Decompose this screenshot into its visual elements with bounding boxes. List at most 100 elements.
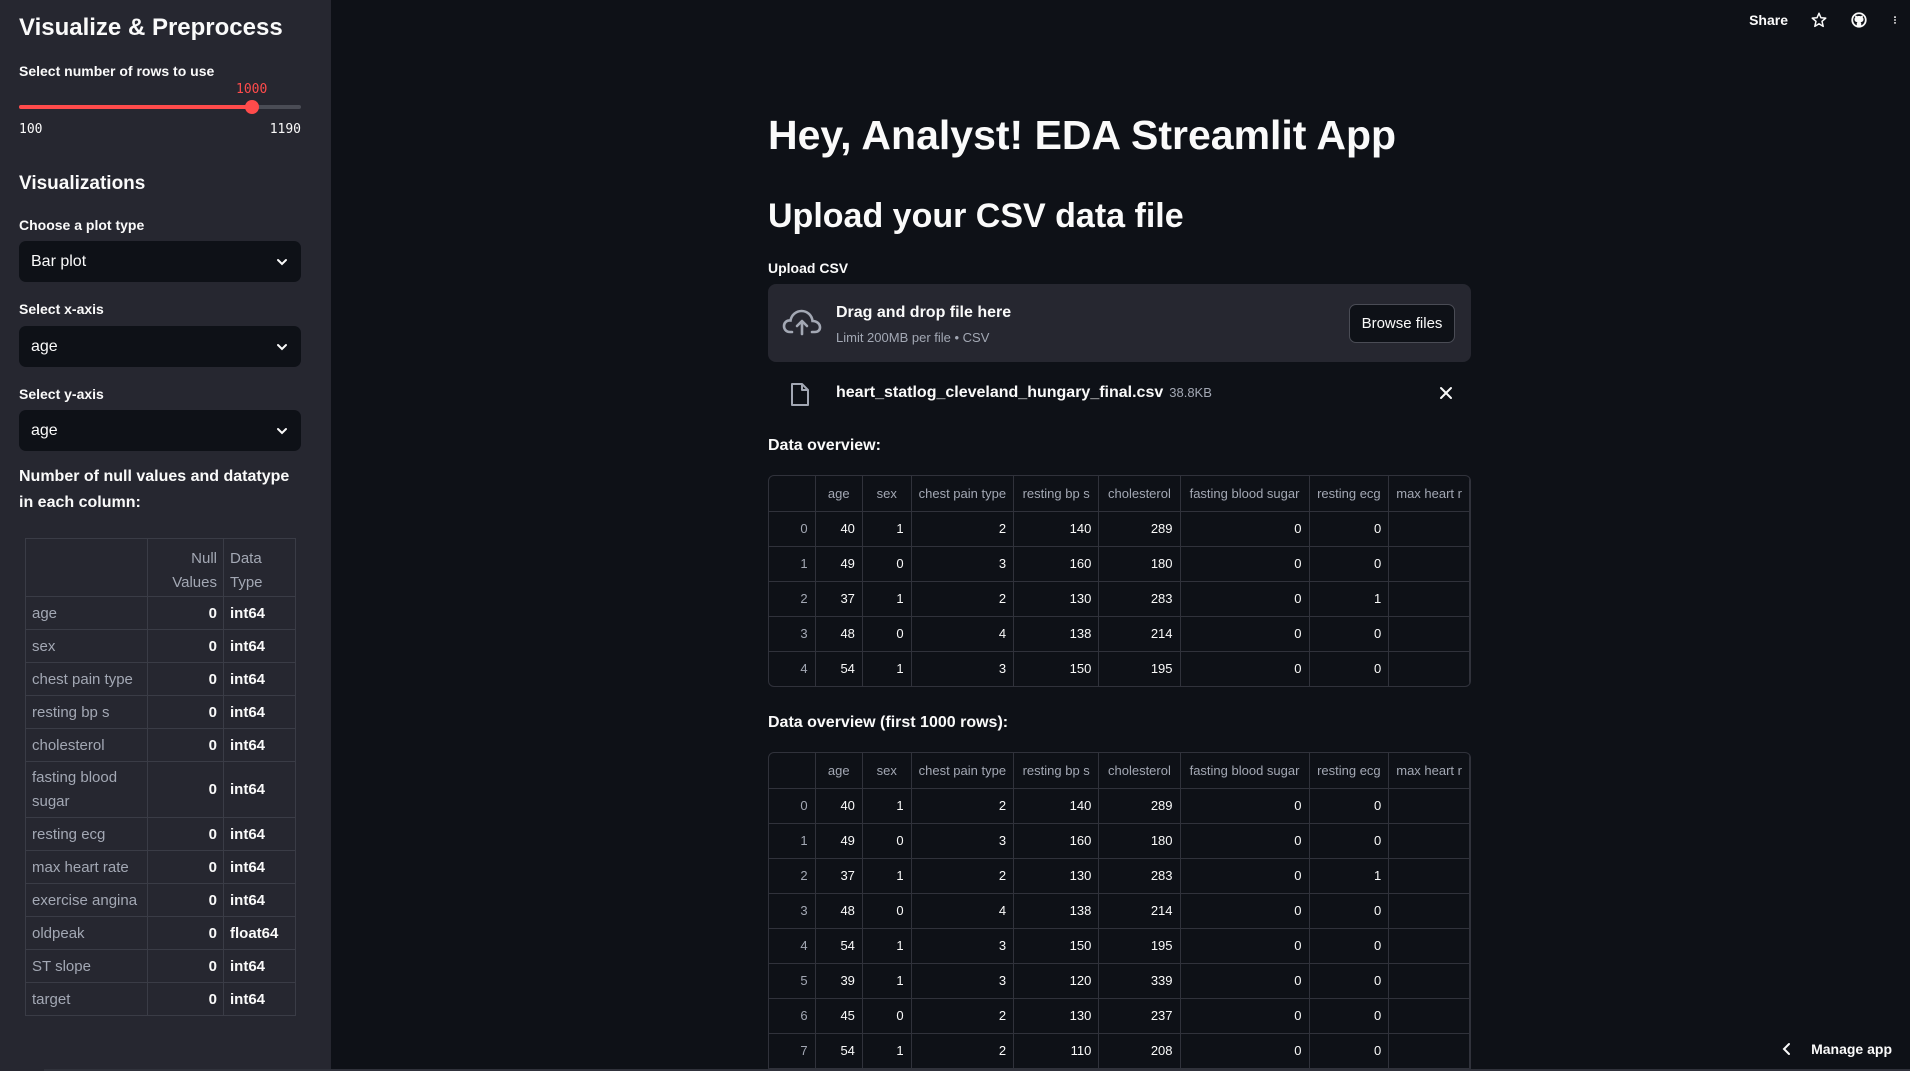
column-header[interactable]: age — [815, 753, 863, 789]
table-cell[interactable]: 0 — [862, 823, 912, 859]
column-header[interactable]: max heart r — [1388, 476, 1470, 512]
row-index[interactable]: 7 — [769, 1033, 816, 1069]
table-cell[interactable]: 54 — [815, 928, 863, 964]
table-cell[interactable]: 160 — [1013, 546, 1100, 582]
file-dropzone[interactable]: Drag and drop file here Limit 200MB per … — [768, 284, 1471, 362]
table-cell[interactable]: 54 — [815, 651, 863, 686]
close-icon[interactable] — [1439, 386, 1453, 400]
column-header[interactable]: chest pain type — [911, 753, 1015, 789]
table-cell[interactable]: 54 — [815, 1033, 863, 1069]
table-cell[interactable]: 283 — [1098, 858, 1181, 894]
column-header[interactable]: resting ecg — [1309, 476, 1390, 512]
table-cell[interactable]: 150 — [1013, 928, 1100, 964]
table-cell[interactable]: 0 — [1180, 788, 1310, 824]
row-index[interactable]: 4 — [769, 651, 816, 686]
column-header[interactable]: resting ecg — [1309, 753, 1390, 789]
column-header[interactable]: max heart r — [1388, 753, 1470, 789]
column-header[interactable]: sex — [862, 753, 912, 789]
table-cell[interactable]: 289 — [1098, 511, 1181, 547]
share-button[interactable]: Share — [1749, 12, 1788, 28]
table-cell[interactable]: 0 — [1309, 616, 1390, 652]
manage-app-button[interactable]: Manage app — [1781, 1041, 1892, 1057]
table-cell[interactable]: 110 — [1013, 1033, 1100, 1069]
table-cell[interactable]: 0 — [1180, 546, 1310, 582]
row-index[interactable]: 6 — [769, 998, 816, 1034]
table-cell[interactable] — [1388, 998, 1470, 1034]
table-cell[interactable] — [1388, 963, 1470, 999]
table-cell[interactable]: 0 — [862, 546, 912, 582]
data-overview-table[interactable]: age sex chest pain type resting bp s cholest… — [768, 475, 1471, 687]
table-cell[interactable]: 237 — [1098, 998, 1181, 1034]
row-index[interactable]: 5 — [769, 963, 816, 999]
table-cell[interactable]: 160 — [1013, 823, 1100, 859]
table-cell[interactable]: 195 — [1098, 928, 1181, 964]
table-cell[interactable]: 3 — [911, 651, 1015, 686]
table-cell[interactable]: 48 — [815, 616, 863, 652]
table-cell[interactable]: 130 — [1013, 581, 1100, 617]
column-header[interactable]: resting bp s — [1013, 753, 1100, 789]
table-cell[interactable]: 130 — [1013, 998, 1100, 1034]
row-index[interactable]: 3 — [769, 893, 816, 929]
github-icon[interactable] — [1850, 11, 1868, 29]
row-index[interactable]: 4 — [769, 928, 816, 964]
table-cell[interactable] — [1388, 511, 1470, 547]
table-cell[interactable]: 1 — [1309, 581, 1390, 617]
table-cell[interactable]: 37 — [815, 581, 863, 617]
x-axis-select[interactable]: age — [19, 326, 301, 367]
browse-files-button[interactable]: Browse files — [1349, 304, 1455, 343]
table-cell[interactable]: 2 — [911, 788, 1015, 824]
table-cell[interactable] — [1388, 788, 1470, 824]
table-cell[interactable]: 40 — [815, 511, 863, 547]
table-cell[interactable]: 1 — [862, 788, 912, 824]
table-cell[interactable]: 0 — [1309, 823, 1390, 859]
table-cell[interactable]: 37 — [815, 858, 863, 894]
table-cell[interactable]: 208 — [1098, 1033, 1181, 1069]
rows-slider[interactable] — [19, 100, 301, 114]
row-index[interactable]: 1 — [769, 823, 816, 859]
table-cell[interactable]: 40 — [815, 788, 863, 824]
row-index[interactable]: 0 — [769, 511, 816, 547]
table-cell[interactable]: 0 — [1180, 893, 1310, 929]
table-cell[interactable] — [1388, 893, 1470, 929]
table-cell[interactable] — [1388, 928, 1470, 964]
table-cell[interactable] — [1388, 823, 1470, 859]
table-cell[interactable]: 0 — [1180, 616, 1310, 652]
table-cell[interactable]: 45 — [815, 998, 863, 1034]
table-cell[interactable]: 0 — [1180, 651, 1310, 686]
table-cell[interactable]: 180 — [1098, 823, 1181, 859]
table-cell[interactable]: 2 — [911, 998, 1015, 1034]
column-header[interactable]: age — [815, 476, 863, 512]
column-header[interactable]: chest pain type — [911, 476, 1015, 512]
table-cell[interactable]: 195 — [1098, 651, 1181, 686]
table-cell[interactable]: 130 — [1013, 858, 1100, 894]
table-cell[interactable]: 0 — [862, 616, 912, 652]
table-cell[interactable]: 0 — [1180, 963, 1310, 999]
table-cell[interactable]: 48 — [815, 893, 863, 929]
table-cell[interactable]: 2 — [911, 1033, 1015, 1069]
table-cell[interactable]: 214 — [1098, 893, 1181, 929]
table-cell[interactable]: 4 — [911, 616, 1015, 652]
row-index[interactable]: 2 — [769, 858, 816, 894]
table-cell[interactable]: 283 — [1098, 581, 1181, 617]
column-header[interactable]: fasting blood sugar — [1180, 753, 1310, 789]
table-cell[interactable]: 1 — [862, 651, 912, 686]
table-cell[interactable]: 0 — [1309, 788, 1390, 824]
table-cell[interactable] — [1388, 858, 1470, 894]
table-cell[interactable]: 1 — [862, 963, 912, 999]
column-header[interactable]: cholesterol — [1098, 753, 1181, 789]
table-cell[interactable] — [1388, 581, 1470, 617]
row-index[interactable]: 2 — [769, 581, 816, 617]
table-cell[interactable]: 0 — [1180, 823, 1310, 859]
slider-thumb[interactable] — [244, 100, 259, 114]
table-cell[interactable]: 150 — [1013, 651, 1100, 686]
table-cell[interactable]: 0 — [1180, 858, 1310, 894]
column-header[interactable]: fasting blood sugar — [1180, 476, 1310, 512]
table-cell[interactable]: 0 — [1180, 1033, 1310, 1069]
column-header[interactable]: resting bp s — [1013, 476, 1100, 512]
table-cell[interactable]: 0 — [862, 998, 912, 1034]
table-cell[interactable]: 49 — [815, 823, 863, 859]
table-cell[interactable] — [1388, 651, 1470, 686]
table-cell[interactable]: 1 — [862, 581, 912, 617]
table-cell[interactable]: 120 — [1013, 963, 1100, 999]
data-overview-first-rows-table[interactable]: age sex chest pain type resting bp s cholest… — [768, 752, 1471, 1071]
